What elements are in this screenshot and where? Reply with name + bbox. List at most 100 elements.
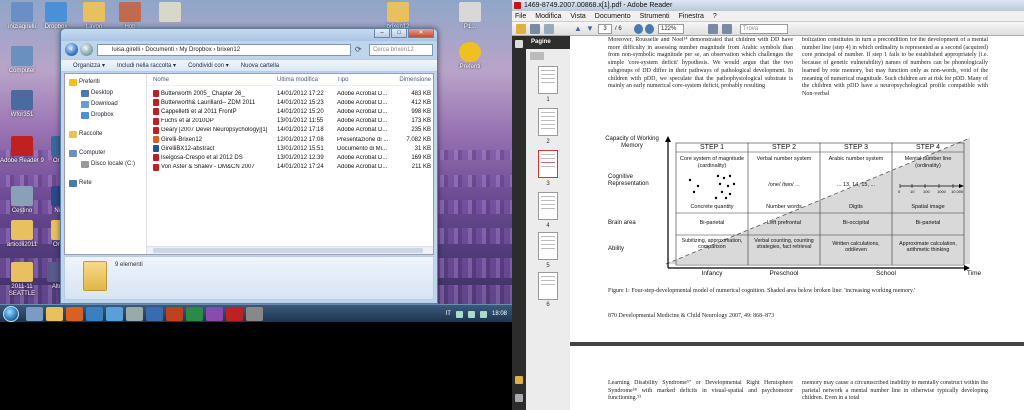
file-row[interactable]: Butterworth& Laurillard-- ZDM 2011 14/01/… — [147, 98, 433, 107]
prev-page-icon[interactable]: ▲ — [574, 24, 583, 34]
flag-icon[interactable] — [455, 310, 463, 318]
figure-text-layer: Capacity of Working Memory STEP 1 STEP 2… — [605, 136, 988, 278]
page-number-input[interactable]: 3 — [598, 24, 612, 34]
refresh-icon[interactable]: ⟳ — [355, 45, 365, 55]
file-row[interactable]: Iseigosa-Crespo et al 2012 DS 13/01/2012 … — [147, 153, 433, 162]
page-thumbnail[interactable] — [538, 66, 558, 94]
nav-libraries[interactable]: Raccolte — [65, 129, 146, 140]
desktop-icon-brixen12[interactable]: brixen12 — [376, 2, 420, 31]
menu-edit[interactable]: Modifica — [535, 11, 561, 21]
new-folder-button[interactable]: Nuova cartella — [241, 63, 279, 69]
taskbar-adobe-reader-button[interactable] — [226, 307, 243, 321]
reader-titlebar[interactable]: 1469-8749.2007.00868.x[1].pdf - Adobe Re… — [512, 0, 1024, 11]
nav-downloads[interactable]: Download — [65, 99, 146, 110]
minimize-button[interactable]: – — [374, 29, 390, 38]
explorer-titlebar[interactable]: – □ ✕ — [61, 29, 437, 41]
taskbar-word-button[interactable] — [146, 307, 163, 321]
print-icon[interactable] — [530, 24, 540, 34]
open-folder-icon[interactable] — [516, 24, 526, 34]
zoom-in-icon[interactable] — [645, 24, 654, 34]
desktop-icon-p1[interactable]: P1... — [448, 2, 492, 31]
include-in-library-menu[interactable]: Includi nella raccolta ▾ — [117, 62, 176, 69]
page-thumbnail[interactable] — [538, 108, 558, 136]
fit-width-icon[interactable] — [722, 24, 732, 34]
nav-local-disk[interactable]: Disco locale (C:) — [65, 159, 146, 170]
desktop-icon-preferiti[interactable]: Preferiti — [448, 42, 492, 71]
file-row[interactable]: Cappelletti et al 2011 FrontP 14/01/2012 … — [147, 107, 433, 116]
desktop-icon-blank[interactable] — [148, 2, 192, 24]
options-icon[interactable] — [530, 52, 544, 60]
taskbar-app-button[interactable] — [246, 307, 263, 321]
file-row[interactable]: Fuchs et al 2010DP 13/01/2012 11:55 Adobe … — [147, 117, 433, 126]
column-type[interactable]: Tipo — [337, 77, 397, 83]
maximize-button[interactable]: □ — [391, 29, 407, 38]
paperclip-icon[interactable] — [515, 394, 523, 402]
share-with-menu[interactable]: Condividi con ▾ — [188, 62, 229, 69]
taskbar-app-button[interactable] — [206, 307, 223, 321]
language-indicator[interactable]: IT — [446, 311, 451, 317]
menu-file[interactable]: File — [515, 11, 526, 21]
nav-network[interactable]: Rete — [65, 178, 146, 189]
forward-arrow-icon[interactable]: › — [80, 43, 93, 56]
back-arrow-icon[interactable]: ‹ — [65, 43, 78, 56]
zoom-level-select[interactable]: 122% — [658, 24, 684, 34]
file-row[interactable]: Butterworth 2005_ Chapter 26_ 14/01/2012 … — [147, 89, 433, 98]
computer-icon — [69, 150, 77, 157]
menu-document[interactable]: Documento — [595, 11, 631, 21]
menu-help[interactable]: ? — [713, 11, 717, 21]
nav-dropbox[interactable]: Dropbox — [65, 110, 146, 121]
address-bar[interactable]: luisa.girelli › Documenti › My Dropbox ›… — [97, 44, 351, 56]
taskbar-folder-button[interactable] — [46, 307, 63, 321]
page-thumbnail[interactable] — [538, 272, 558, 300]
menu-window[interactable]: Finestra — [679, 11, 704, 21]
fit-page-icon[interactable] — [708, 24, 718, 34]
desktop-icon-computer[interactable]: Computer — [0, 46, 44, 75]
zoom-out-icon[interactable] — [634, 24, 643, 34]
file-row[interactable]: GirelliBX12-abstract 13/01/2012 15:51 Docu… — [147, 144, 433, 153]
taskbar-explorer-button[interactable] — [26, 307, 43, 321]
pages-panel-icon[interactable] — [515, 40, 523, 48]
taskbar-skype-button[interactable] — [106, 307, 123, 321]
details-pane: 9 elementi — [64, 256, 434, 300]
scrollbar-thumb[interactable] — [153, 248, 423, 253]
nav-desktop[interactable]: Desktop — [65, 88, 146, 99]
column-modified[interactable]: Ultima modifica — [277, 77, 337, 83]
start-button[interactable] — [3, 306, 19, 322]
search-input[interactable]: Cerca brixen12 — [369, 44, 433, 56]
organize-menu[interactable]: Organizza ▾ — [73, 62, 105, 69]
email-icon[interactable] — [544, 24, 554, 34]
close-button[interactable]: ✕ — [408, 29, 434, 38]
page-thumbnail-selected[interactable] — [538, 150, 558, 178]
taskbar-powerpoint-button[interactable] — [166, 307, 183, 321]
column-size[interactable]: Dimensione — [397, 77, 433, 83]
nav-computer[interactable]: Computer — [65, 148, 146, 159]
file-row[interactable]: Geary [2007 Devel Neuropsychology][1] 14/… — [147, 126, 433, 135]
document-view[interactable]: Moreover, Rousselle and Noel¹⁴ demonstra… — [570, 36, 1024, 410]
desktop-icon-wfor351[interactable]: Wfor351 — [0, 90, 44, 119]
nav-favorites[interactable]: Preferiti — [65, 77, 146, 88]
desktop-icon-cestino[interactable]: Cestino — [0, 186, 44, 215]
next-page-icon[interactable]: ▼ — [586, 24, 595, 34]
menu-view[interactable]: Vista — [570, 11, 585, 21]
clock[interactable]: 18:08 — [492, 311, 507, 317]
desktop-icon-adobe-reader[interactable]: Adobe Reader 9 — [0, 136, 44, 165]
taskbar-excel-button[interactable] — [186, 307, 203, 321]
column-name[interactable]: Nome — [147, 77, 277, 83]
horizontal-scrollbar[interactable] — [147, 246, 433, 254]
file-row[interactable]: Girelli-Brixen12 12/01/2012 17:08 Presenta… — [147, 135, 433, 144]
menu-tools[interactable]: Strumenti — [640, 11, 670, 21]
desktop-icon-articoli2011[interactable]: articoli2011 — [0, 220, 44, 249]
desktop-icon-hob[interactable]: Hob — [108, 2, 152, 31]
find-input[interactable]: Trova — [740, 24, 788, 34]
file-row[interactable]: Von Aster & Shalev - DM&CN 2007 14/01/201… — [147, 163, 433, 172]
page-thumbnail[interactable] — [538, 192, 558, 220]
taskbar-app-button[interactable] — [126, 307, 143, 321]
taskbar-ie-button[interactable] — [86, 307, 103, 321]
pdf-file-icon — [153, 126, 159, 134]
taskbar-firefox-button[interactable] — [66, 307, 83, 321]
attachments-icon[interactable] — [515, 376, 523, 384]
network-tray-icon[interactable] — [467, 310, 475, 318]
column-text-left: Moreover, Rousselle and Noel¹⁴ demonstra… — [608, 37, 793, 90]
volume-icon[interactable] — [479, 310, 487, 318]
page-thumbnail[interactable] — [538, 232, 558, 260]
